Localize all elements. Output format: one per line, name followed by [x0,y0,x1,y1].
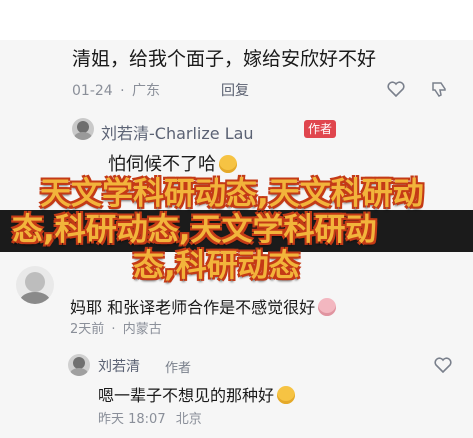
comment-location: 内蒙古 [122,322,162,337]
reply-author-name[interactable]: 刘若清 [98,356,140,376]
comment-text[interactable]: 妈耶 和张译老师合作是不感觉很好 [70,294,337,318]
thumbs-down-icon[interactable] [428,78,450,100]
comment-screen: 清姐，给我个面子，嫁给安欣好不好 01-24 · 广东 回复 刘若清-Charl… [0,0,473,438]
reply-author-name[interactable]: 刘若清-Charlize Lau [101,120,254,144]
reply-meta: 昨天 18:07 北京 [98,408,202,427]
reply-text-content: 嗯一辈子不想见的那种好 [98,386,275,405]
avatar[interactable] [72,118,94,140]
grinning-sweat-emoji [277,386,296,404]
comment-date: 2天前 [70,322,105,337]
comment-location: 广东 [132,83,161,99]
comment-meta: 2天前 · 内蒙古 [70,322,162,337]
heart-icon[interactable] [385,78,407,100]
comment-meta: 01-24 · 广东 [72,83,161,99]
comment-date: 01-24 [72,83,113,99]
reply-date: 昨天 18:07 [98,412,166,427]
reply-location: 北京 [175,412,202,427]
heart-icon[interactable] [432,354,454,376]
author-tag: 作者 [165,361,192,376]
comment-text[interactable]: 清姐，给我个面子，嫁给安欣好不好 [72,44,376,71]
reply-button[interactable]: 回复 [221,80,249,100]
reply-text[interactable]: 嗯一辈子不想见的那种好 [98,382,296,406]
author-badge: 作者 [304,120,337,138]
comment-1: 清姐，给我个面子，嫁给安欣好不好 01-24 · 广东 回复 刘若清-Charl… [0,0,473,175]
avatar[interactable] [16,266,54,304]
comment-text-content: 妈耶 和张译老师合作是不感觉很好 [70,298,316,317]
comment-2: 妈耶 和张译老师合作是不感觉很好 2天前 · 内蒙古 刘若清 作者 嗯一辈子不想… [0,258,473,438]
avatar[interactable] [68,354,90,376]
pig-face-emoji [318,298,337,316]
